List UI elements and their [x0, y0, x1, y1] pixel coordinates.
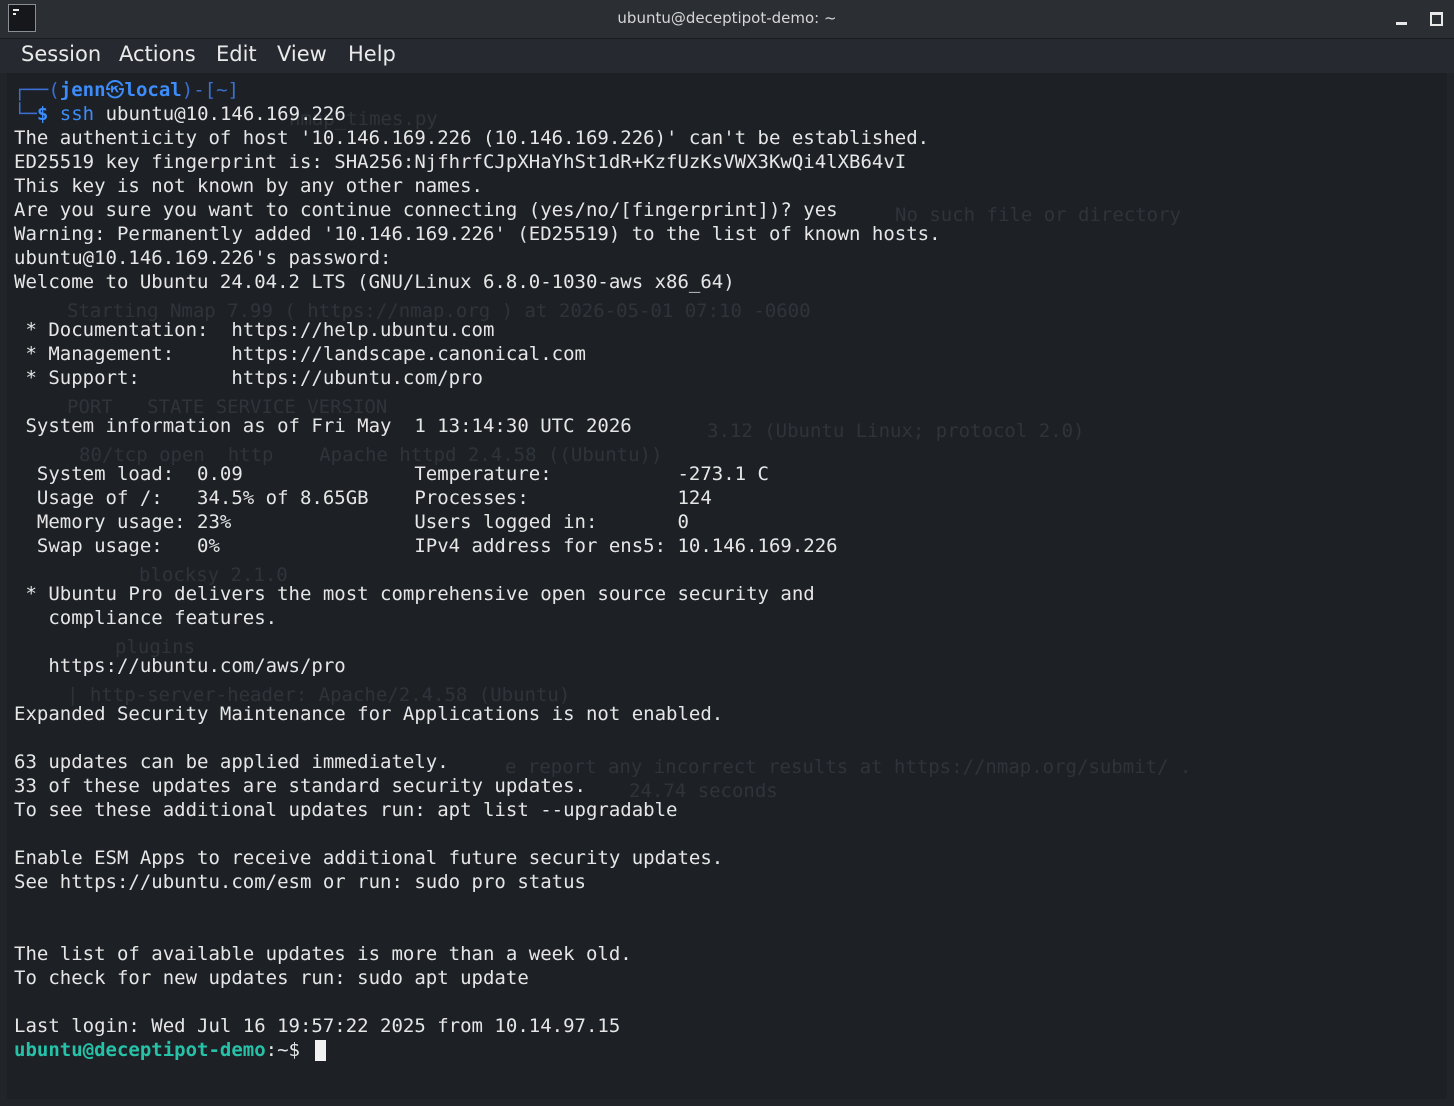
menu-session[interactable]: Session — [21, 42, 101, 66]
menu-help[interactable]: Help — [348, 42, 396, 66]
prompt-at-icon: ㉿ — [105, 79, 125, 101]
output-line: Last login: Wed Jul 16 19:57:22 2025 fro… — [14, 1015, 621, 1037]
output-line: To check for new updates run: sudo apt u… — [14, 967, 529, 989]
command-args: ubuntu@10.146.169.226 — [94, 103, 346, 125]
local-prompt-line-2: └─$ ssh ubuntu@10.146.169.226 — [14, 102, 346, 126]
output-line: The authenticity of host '10.146.169.226… — [14, 127, 930, 149]
output-line: Swap usage: 0% IPv4 address for ens5: 10… — [14, 535, 838, 557]
local-prompt-line-1: ┌──(jenn㉿local)-[~] — [14, 78, 239, 102]
output-line: 63 updates can be applied immediately. — [14, 751, 449, 773]
title-bar[interactable]: ubuntu@deceptipot-demo: ~ — [0, 0, 1454, 39]
prompt-host: local — [124, 79, 182, 101]
output-line: Welcome to Ubuntu 24.04.2 LTS (GNU/Linux… — [14, 271, 735, 293]
menu-edit[interactable]: Edit — [216, 42, 257, 66]
output-line: The list of available updates is more th… — [14, 943, 632, 965]
output-line: * Documentation: https://help.ubuntu.com — [14, 319, 495, 341]
ghost-line: e report any incorrect results at https:… — [505, 756, 1192, 778]
remote-prompt-path: :~$ — [265, 1039, 312, 1061]
prompt-box-corner: └─ — [14, 103, 37, 125]
output-line: To see these additional updates run: apt… — [14, 799, 678, 821]
output-line: This key is not known by any other names… — [14, 175, 483, 197]
output-line: ED25519 key fingerprint is: SHA256:Njfhr… — [14, 151, 907, 173]
output-line: 33 of these updates are standard securit… — [14, 775, 586, 797]
output-line: System information as of Fri May 1 13:14… — [14, 415, 632, 437]
text-cursor — [315, 1040, 327, 1061]
remote-prompt-user-host: ubuntu@deceptipot-demo — [14, 1039, 266, 1061]
ghost-line: 3.12 (Ubuntu Linux; protocol 2.0) — [707, 420, 1085, 442]
command-name: ssh — [59, 103, 95, 125]
output-line: Expanded Security Maintenance for Applic… — [14, 703, 724, 725]
prompt-dollar: $ — [36, 103, 49, 125]
output-line: Are you sure you want to continue connec… — [14, 199, 838, 221]
output-line: Warning: Permanently added '10.146.169.2… — [14, 223, 941, 245]
output-line: System load: 0.09 Temperature: -273.1 C — [14, 463, 769, 485]
menu-actions[interactable]: Actions — [119, 42, 196, 66]
output-line: compliance features. — [14, 607, 278, 629]
output-line: https://ubuntu.com/aws/pro — [14, 655, 346, 677]
output-line: See https://ubuntu.com/esm or run: sudo … — [14, 871, 586, 893]
output-line: * Management: https://landscape.canonica… — [14, 343, 586, 365]
output-line: Usage of /: 34.5% of 8.65GB Processes: 1… — [14, 487, 712, 509]
output-line: ubuntu@10.146.169.226's password: — [14, 247, 392, 269]
terminal-output-area[interactable]: nmap_times.py No such file or directory … — [7, 73, 1447, 1099]
output-line: * Ubuntu Pro delivers the most comprehen… — [14, 583, 815, 605]
maximize-icon[interactable] — [1425, 8, 1447, 30]
output-line: Memory usage: 23% Users logged in: 0 — [14, 511, 689, 533]
window-title: ubuntu@deceptipot-demo: ~ — [617, 9, 837, 27]
prompt-box-suffix: )-[~] — [181, 79, 239, 101]
output-line: * Support: https://ubuntu.com/pro — [14, 367, 483, 389]
minimize-icon[interactable] — [1391, 8, 1413, 30]
terminal-window: ubuntu@deceptipot-demo: ~ Session Action… — [0, 0, 1454, 1106]
prompt-user: jenn — [59, 79, 106, 101]
remote-prompt-line[interactable]: ubuntu@deceptipot-demo:~$ — [14, 1038, 327, 1062]
menu-bar: Session Actions Edit View Help — [0, 39, 1454, 73]
prompt-box-prefix: ┌──( — [14, 79, 60, 101]
menu-view[interactable]: View — [277, 42, 327, 66]
output-line: Enable ESM Apps to receive additional fu… — [14, 847, 724, 869]
